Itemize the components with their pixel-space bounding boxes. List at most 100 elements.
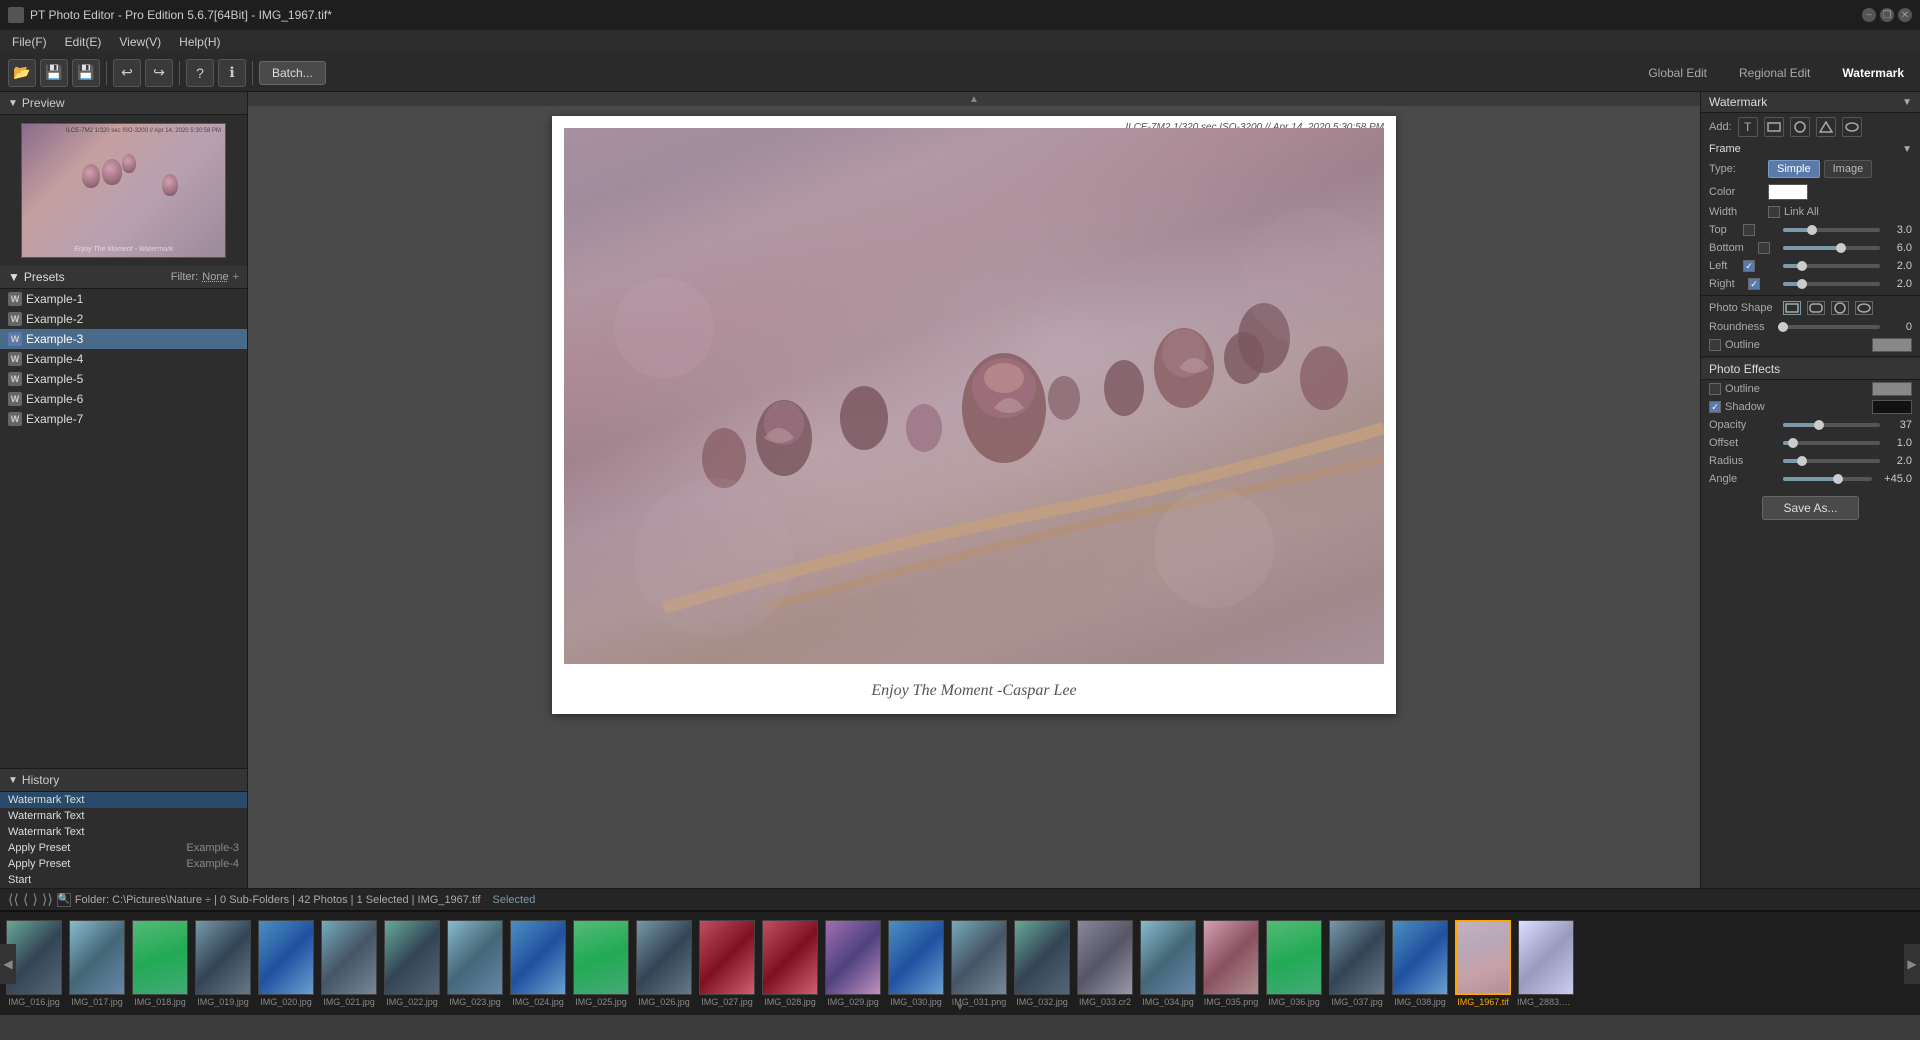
history-item-5[interactable]: Apply Preset Example-4 — [0, 856, 247, 872]
filmstrip-item-2[interactable]: IMG_018.jpg — [130, 918, 190, 1009]
filmstrip-item-20[interactable]: IMG_036.jpg — [1264, 918, 1324, 1009]
history-item-4[interactable]: Apply Preset Example-3 — [0, 840, 247, 856]
filmstrip-item-18[interactable]: IMG_034.jpg — [1138, 918, 1198, 1009]
menu-file[interactable]: File(F) — [4, 33, 55, 51]
filmstrip-item-5[interactable]: IMG_021.jpg — [319, 918, 379, 1009]
outline-checkbox[interactable] — [1709, 339, 1721, 351]
shadow-checkbox[interactable]: ✓ — [1709, 401, 1721, 413]
undo-button[interactable]: ↩ — [113, 59, 141, 87]
menu-view[interactable]: View(V) — [111, 33, 169, 51]
right-slider-track[interactable] — [1783, 282, 1880, 286]
filmstrip-right-arrow[interactable]: ▶ — [1904, 944, 1920, 984]
history-item-3[interactable]: Watermark Text — [0, 824, 247, 840]
bottom-slider-thumb[interactable] — [1836, 243, 1846, 253]
info-button[interactable]: ℹ — [218, 59, 246, 87]
preset-item-3[interactable]: W Example-3 — [0, 329, 247, 349]
history-item-6[interactable]: Start — [0, 872, 247, 888]
open-button[interactable]: 📂 — [8, 59, 36, 87]
effects-outline-checkbox[interactable] — [1709, 383, 1721, 395]
canvas-top-arrow[interactable]: ▲ — [248, 92, 1700, 106]
radius-slider-track[interactable] — [1783, 459, 1880, 463]
top-checkbox[interactable] — [1743, 224, 1755, 236]
help-button[interactable]: ? — [186, 59, 214, 87]
menu-help[interactable]: Help(H) — [171, 33, 228, 51]
left-slider-thumb[interactable] — [1797, 261, 1807, 271]
filmstrip-bottom-arrow[interactable]: ▼ — [955, 999, 965, 1013]
link-all-checkbox[interactable] — [1768, 206, 1780, 218]
color-swatch[interactable] — [1768, 184, 1808, 200]
filmstrip-item-16[interactable]: IMG_032.jpg — [1012, 918, 1072, 1009]
top-slider-track[interactable] — [1783, 228, 1880, 232]
add-circle-button[interactable] — [1790, 117, 1810, 137]
angle-slider-track[interactable] — [1783, 477, 1872, 481]
shape-round-button[interactable] — [1807, 301, 1825, 315]
shape-ellipse-button[interactable] — [1855, 301, 1873, 315]
filmstrip-item-21[interactable]: IMG_037.jpg — [1327, 918, 1387, 1009]
save-as-button[interactable]: Save As... — [1762, 496, 1858, 520]
filmstrip-item-15[interactable]: IMG_031.png — [949, 918, 1009, 1009]
filmstrip-item-6[interactable]: IMG_022.jpg — [382, 918, 442, 1009]
bottom-checkbox[interactable] — [1758, 242, 1770, 254]
add-ellipse-button[interactable] — [1842, 117, 1862, 137]
watermark-panel-expand[interactable]: ▼ — [1902, 97, 1912, 108]
radius-slider-thumb[interactable] — [1797, 456, 1807, 466]
offset-slider-thumb[interactable] — [1788, 438, 1798, 448]
presets-toggle[interactable]: ▼ Presets — [8, 270, 65, 284]
frame-expand[interactable]: ▼ — [1902, 144, 1912, 155]
filmstrip-item-14[interactable]: IMG_030.jpg — [886, 918, 946, 1009]
filmstrip-item-9[interactable]: IMG_025.jpg — [571, 918, 631, 1009]
filmstrip-item-24[interactable]: IMG_2883.CR2 — [1516, 918, 1576, 1009]
opacity-slider-thumb[interactable] — [1814, 420, 1824, 430]
angle-slider-thumb[interactable] — [1833, 474, 1843, 484]
nav-next-next[interactable]: ⟩⟩ — [42, 891, 53, 908]
restore-button[interactable]: ❐ — [1880, 8, 1894, 22]
offset-slider-track[interactable] — [1783, 441, 1880, 445]
tab-global-edit[interactable]: Global Edit — [1640, 64, 1715, 82]
filmstrip-item-23[interactable]: IMG_1967.tif — [1453, 918, 1513, 1009]
nav-next[interactable]: ⟩ — [32, 891, 37, 908]
type-image-button[interactable]: Image — [1824, 160, 1873, 178]
outline-swatch[interactable] — [1872, 338, 1912, 352]
preview-header[interactable]: ▼ Preview — [0, 92, 247, 115]
add-rect-button[interactable] — [1764, 117, 1784, 137]
nav-prev[interactable]: ⟨ — [23, 891, 28, 908]
batch-button[interactable]: Batch... — [259, 61, 326, 85]
shape-rect-button[interactable] — [1783, 301, 1801, 315]
shadow-swatch[interactable] — [1872, 400, 1912, 414]
add-triangle-button[interactable] — [1816, 117, 1836, 137]
filmstrip-item-19[interactable]: IMG_035.png — [1201, 918, 1261, 1009]
shape-circle-button[interactable] — [1831, 301, 1849, 315]
preset-item-5[interactable]: W Example-5 — [0, 369, 247, 389]
left-slider-track[interactable] — [1783, 264, 1880, 268]
nav-prev-prev[interactable]: ⟨⟨ — [8, 891, 19, 908]
add-text-button[interactable]: T — [1738, 117, 1758, 137]
redo-button[interactable]: ↪ — [145, 59, 173, 87]
filmstrip-item-22[interactable]: IMG_038.jpg — [1390, 918, 1450, 1009]
filmstrip-item-8[interactable]: IMG_024.jpg — [508, 918, 568, 1009]
tab-watermark[interactable]: Watermark — [1834, 64, 1912, 82]
close-button[interactable]: ✕ — [1898, 8, 1912, 22]
left-checkbox[interactable]: ✓ — [1743, 260, 1755, 272]
menu-edit[interactable]: Edit(E) — [57, 33, 110, 51]
bottom-slider-track[interactable] — [1783, 246, 1880, 250]
history-item-2[interactable]: Watermark Text — [0, 808, 247, 824]
preset-item-2[interactable]: W Example-2 — [0, 309, 247, 329]
filmstrip-left-arrow[interactable]: ◀ — [0, 944, 16, 984]
save-as-toolbar-button[interactable]: 💾 — [72, 59, 100, 87]
add-preset-button[interactable]: + — [233, 271, 239, 283]
history-header[interactable]: ▼ History — [0, 769, 247, 792]
filmstrip-item-1[interactable]: IMG_017.jpg — [67, 918, 127, 1009]
filmstrip-item-17[interactable]: IMG_033.cr2 — [1075, 918, 1135, 1009]
opacity-slider-track[interactable] — [1783, 423, 1880, 427]
preset-item-6[interactable]: W Example-6 — [0, 389, 247, 409]
filter-value[interactable]: None — [202, 271, 228, 283]
tab-regional-edit[interactable]: Regional Edit — [1731, 64, 1818, 82]
filmstrip-item-13[interactable]: IMG_029.jpg — [823, 918, 883, 1009]
filmstrip-item-12[interactable]: IMG_028.jpg — [760, 918, 820, 1009]
filmstrip-item-4[interactable]: IMG_020.jpg — [256, 918, 316, 1009]
history-item-1[interactable]: Watermark Text — [0, 792, 247, 808]
filmstrip-item-10[interactable]: IMG_026.jpg — [634, 918, 694, 1009]
preset-item-4[interactable]: W Example-4 — [0, 349, 247, 369]
right-checkbox[interactable]: ✓ — [1748, 278, 1760, 290]
save-button[interactable]: 💾 — [40, 59, 68, 87]
